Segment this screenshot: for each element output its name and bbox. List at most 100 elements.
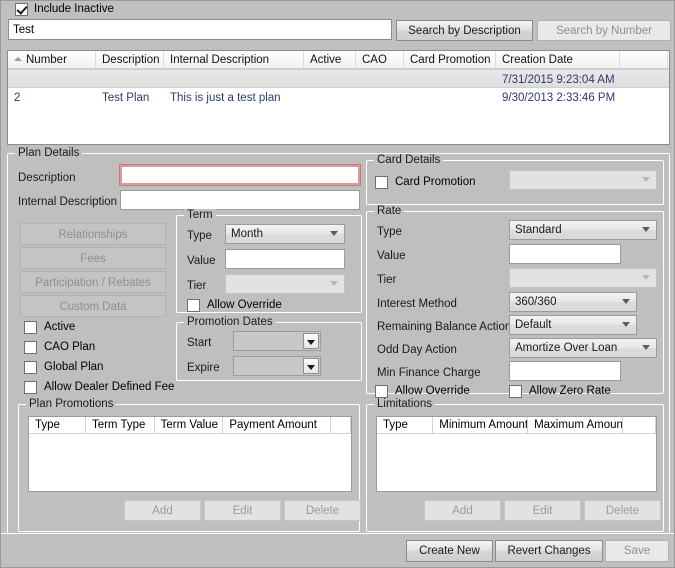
term-group: Term Type Month Value Tier Allow Overrid… [176, 209, 362, 313]
allow-zero-rate-checkbox[interactable]: Allow Zero Rate [509, 384, 611, 398]
allow-dealer-defined-fee-checkbox[interactable]: Allow Dealer Defined Fee [24, 380, 174, 394]
rate-allow-override-checkbox-box[interactable] [375, 384, 388, 398]
card-promotion-checkbox[interactable]: Card Promotion [375, 175, 476, 189]
internal-description-input[interactable] [120, 190, 360, 210]
table-row[interactable]: 7/31/2015 9:23:04 AM [8, 69, 669, 88]
chevron-down-icon [642, 275, 650, 280]
limitations-add-button[interactable]: Add [424, 500, 501, 521]
create-new-button[interactable]: Create New [406, 540, 493, 562]
grid-column-header[interactable]: Active [304, 51, 356, 68]
odd-day-action-combo[interactable]: Amortize Over Loan [509, 338, 657, 358]
grid-column-header[interactable]: Card Promotion [404, 51, 496, 68]
grid-column-header[interactable]: Number [8, 51, 96, 68]
search-by-description-button[interactable]: Search by Description [396, 20, 533, 41]
grid-column-header[interactable] [620, 51, 668, 68]
plan-promotions-group: Plan Promotions Type Term Type Term Value P… [18, 398, 361, 532]
plan-promotions-title: Plan Promotions [26, 398, 117, 410]
grid-column-header-label: Active [310, 54, 342, 66]
list-column-header[interactable]: Term Value [155, 417, 224, 433]
plan-details-group: Plan Details Description Internal Descri… [7, 147, 670, 536]
save-button[interactable]: Save [605, 540, 669, 562]
grid-body[interactable]: 7/31/2015 9:23:04 AM 2 Test Plan This is ju… [8, 69, 669, 107]
limitations-title: Limitations [374, 398, 435, 410]
description-input[interactable] [119, 164, 361, 186]
limitations-delete-button[interactable]: Delete [584, 500, 661, 521]
include-inactive-checkbox[interactable]: Include Inactive [15, 2, 114, 16]
plan-promotions-add-button[interactable]: Add [124, 500, 201, 521]
rate-tier-combo[interactable] [509, 268, 657, 288]
term-tier-label: Tier [187, 280, 207, 292]
limitations-edit-button[interactable]: Edit [504, 500, 581, 521]
rate-type-combo[interactable]: Standard [509, 220, 657, 240]
rate-value-input[interactable] [509, 244, 621, 264]
participation-rebates-button[interactable]: Participation / Rebates [20, 271, 166, 293]
grid-column-header[interactable]: Internal Description [164, 51, 304, 68]
min-finance-charge-input[interactable] [509, 361, 621, 381]
relationships-button[interactable]: Relationships [20, 223, 166, 245]
term-value-label: Value [187, 255, 216, 267]
list-column-header[interactable]: Minimum Amount [433, 417, 529, 433]
term-value-input[interactable] [225, 249, 345, 269]
cao-plan-checkbox-box[interactable] [24, 340, 37, 354]
chevron-down-icon [642, 227, 650, 232]
interest-method-combo[interactable]: 360/360 [509, 292, 637, 312]
card-promotion-combo[interactable] [509, 170, 657, 190]
term-type-combo[interactable]: Month [225, 224, 345, 244]
rate-group: Rate Type Standard Value Tier Interest M… [366, 205, 664, 398]
calendar-dropdown-icon[interactable] [303, 358, 319, 374]
list-column-header[interactable]: Maximum Amount [528, 417, 623, 433]
rate-title: Rate [374, 205, 405, 217]
grid-column-header[interactable]: Description [96, 51, 164, 68]
chevron-down-icon [330, 231, 338, 236]
rate-allow-override-checkbox[interactable]: Allow Override [375, 384, 470, 398]
custom-data-button[interactable]: Custom Data [20, 295, 166, 317]
remaining-balance-action-combo[interactable]: Default [509, 315, 637, 335]
include-inactive-label: Include Inactive [34, 2, 114, 15]
term-allow-override-checkbox[interactable]: Allow Override [187, 298, 282, 312]
plan-promotions-list[interactable]: Type Term Type Term Value Payment Amount [28, 416, 352, 492]
limitations-group: Limitations Type Minimum Amount Maximum Am… [366, 398, 664, 532]
promo-expire-datepicker[interactable] [233, 356, 321, 376]
list-column-header[interactable]: Term Type [86, 417, 155, 433]
limitations-list[interactable]: Type Minimum Amount Maximum Amount [376, 416, 657, 492]
table-row[interactable]: 2 Test Plan This is just a test plan 9/30/2… [8, 88, 669, 107]
search-input[interactable] [8, 19, 392, 40]
plan-promotions-edit-button[interactable]: Edit [204, 500, 281, 521]
list-column-header[interactable] [331, 417, 351, 433]
term-allow-override-checkbox-box[interactable] [187, 298, 200, 312]
cao-plan-checkbox[interactable]: CAO Plan [24, 340, 95, 354]
table-cell: 7/31/2015 9:23:04 AM [502, 74, 615, 86]
plan-maintenance-window: Include Inactive Search by Description S… [0, 0, 675, 568]
table-cell [356, 88, 404, 107]
calendar-dropdown-icon[interactable] [303, 333, 319, 349]
allow-zero-rate-checkbox-box[interactable] [509, 384, 522, 398]
term-type-value: Month [231, 228, 263, 240]
card-promotion-checkbox-box[interactable] [375, 175, 388, 189]
search-by-number-button[interactable]: Search by Number [537, 20, 671, 41]
term-tier-combo[interactable] [225, 274, 345, 294]
plans-results-grid[interactable]: Number Description Internal Description Act… [7, 50, 670, 145]
grid-column-header[interactable]: Creation Date [496, 51, 620, 68]
list-column-header[interactable]: Type [29, 417, 86, 433]
plan-promotions-delete-button[interactable]: Delete [284, 500, 361, 521]
promo-start-label: Start [187, 337, 212, 349]
global-plan-checkbox-box[interactable] [24, 360, 37, 374]
include-inactive-checkbox-box[interactable] [15, 2, 28, 16]
global-plan-label: Global Plan [44, 360, 104, 373]
active-checkbox[interactable]: Active [24, 320, 75, 334]
list-column-header[interactable]: Type [377, 417, 434, 433]
allow-dealer-defined-fee-checkbox-box[interactable] [24, 380, 37, 394]
revert-changes-button[interactable]: Revert Changes [495, 540, 603, 562]
fees-button[interactable]: Fees [20, 247, 166, 269]
table-cell [404, 70, 496, 87]
table-cell [404, 88, 496, 107]
grid-column-header[interactable]: CAO [356, 51, 404, 68]
promo-start-datepicker[interactable] [233, 331, 321, 351]
list-column-header[interactable] [623, 417, 656, 433]
list-column-header[interactable]: Payment Amount [223, 417, 332, 433]
chevron-down-icon [330, 281, 338, 286]
table-cell: Test Plan [102, 92, 150, 104]
active-checkbox-box[interactable] [24, 320, 37, 334]
table-cell [304, 88, 356, 107]
global-plan-checkbox[interactable]: Global Plan [24, 360, 103, 374]
